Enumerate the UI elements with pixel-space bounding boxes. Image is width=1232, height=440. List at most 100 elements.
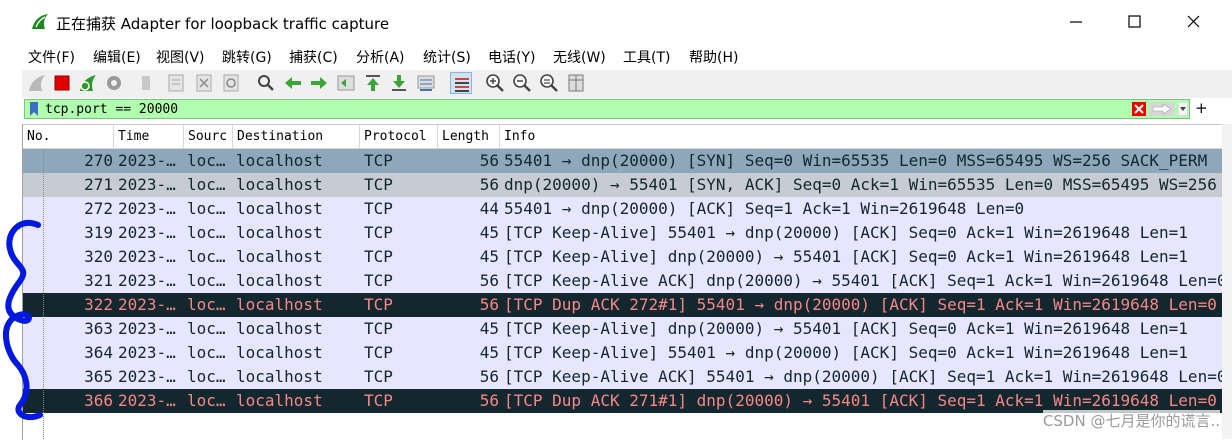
packet-source: loc… [187,271,226,290]
column-header-no[interactable]: No. [23,125,114,148]
save-file-icon[interactable] [165,72,187,94]
zoom-in-icon[interactable] [484,72,506,94]
packet-length: 56 [479,151,499,170]
packet-list-header: No. Time Sourc Destination Protocol Leng… [23,125,1223,149]
menu-edit[interactable]: 编辑(E) [93,47,141,67]
column-header-protocol[interactable]: Protocol [360,125,438,148]
close-icon[interactable] [1181,10,1205,34]
auto-scroll-icon[interactable] [415,72,437,94]
packet-source: loc… [187,175,226,194]
window-title: 正在捕获 Adapter for loopback traffic captur… [56,15,390,33]
packet-source: loc… [187,151,226,170]
packet-row[interactable]: 365 2023-… loc… localhost TCP 56 [TCP Ke… [23,365,1223,389]
packet-destination: localhost [236,343,323,362]
packet-time: 2023-… [118,175,176,194]
normal-size-icon[interactable] [538,72,560,94]
clear-filter-icon[interactable] [1132,102,1146,116]
packet-time: 2023-… [118,247,176,266]
handdrawn-brace-annotation [2,220,43,421]
menu-wireless[interactable]: 无线(W) [553,47,606,67]
packet-source: loc… [187,319,226,338]
packet-row[interactable]: 321 2023-… loc… localhost TCP 56 [TCP Ke… [23,269,1223,293]
packet-destination: localhost [236,319,323,338]
packet-protocol: TCP [364,391,393,410]
apply-filter-arrow-icon[interactable] [1149,102,1175,116]
column-header-time[interactable]: Time [114,125,184,148]
reload-icon[interactable] [220,72,242,94]
packet-source: loc… [187,247,226,266]
main-toolbar [22,70,1232,98]
packet-protocol: TCP [364,199,393,218]
column-header-source[interactable]: Sourc [184,125,233,148]
display-filter-input[interactable] [45,100,1125,118]
go-back-icon[interactable] [282,72,304,94]
capture-options-icon[interactable] [103,72,125,94]
packet-row[interactable]: 271 2023-… loc… localhost TCP 56 dnp(200… [23,173,1223,197]
packet-row[interactable]: 270 2023-… loc… localhost TCP 56 55401 →… [23,149,1223,173]
colorize-icon[interactable] [450,72,472,94]
packet-source: loc… [187,343,226,362]
start-capture-icon[interactable] [26,72,48,94]
packet-destination: localhost [236,271,323,290]
restart-capture-icon[interactable] [77,72,99,94]
packet-source: loc… [187,367,226,386]
packet-row[interactable]: 363 2023-… loc… localhost TCP 45 [TCP Ke… [23,317,1223,341]
packet-destination: localhost [236,151,323,170]
first-packet-icon[interactable] [362,72,384,94]
packet-info: 55401 → dnp(20000) [SYN] Seq=0 Win=65535… [504,151,1208,170]
go-forward-icon[interactable] [308,72,330,94]
close-file-icon[interactable] [193,72,215,94]
find-packet-icon[interactable] [255,72,277,94]
packet-destination: localhost [236,223,323,242]
column-header-info[interactable]: Info [500,125,1223,148]
menu-tools[interactable]: 工具(T) [623,47,670,67]
packet-length: 56 [479,295,499,314]
menu-file[interactable]: 文件(F) [28,47,75,67]
menu-analyze[interactable]: 分析(A) [356,47,405,67]
packet-row[interactable]: 364 2023-… loc… localhost TCP 45 [TCP Ke… [23,341,1223,365]
packet-length: 45 [479,343,499,362]
packet-protocol: TCP [364,271,393,290]
packet-protocol: TCP [364,343,393,362]
packet-length: 44 [479,199,499,218]
maximize-icon[interactable] [1122,10,1146,34]
last-packet-icon[interactable] [388,72,410,94]
resize-columns-icon[interactable] [565,72,587,94]
packet-source: loc… [187,391,226,410]
column-header-destination[interactable]: Destination [233,125,360,148]
chevron-down-icon[interactable] [1178,102,1188,116]
packet-row[interactable]: 320 2023-… loc… localhost TCP 45 [TCP Ke… [23,245,1223,269]
menu-help[interactable]: 帮助(H) [689,47,738,67]
add-filter-button[interactable]: + [1195,99,1208,117]
menu-telephony[interactable]: 电话(Y) [488,47,535,67]
packet-info: 55401 → dnp(20000) [ACK] Seq=1 Ack=1 Win… [504,199,1025,218]
packet-time: 2023-… [118,295,176,314]
packet-length: 45 [479,247,499,266]
packet-time: 2023-… [118,223,176,242]
menu-capture[interactable]: 捕获(C) [289,47,338,67]
zoom-out-icon[interactable] [511,72,533,94]
packet-no: 270 [84,151,113,170]
open-file-icon[interactable] [135,72,157,94]
packet-source: loc… [187,223,226,242]
packet-destination: localhost [236,295,323,314]
packet-info: [TCP Keep-Alive ACK] 55401 → dnp(20000) … [504,367,1223,386]
packet-protocol: TCP [364,223,393,242]
menu-statistics[interactable]: 统计(S) [423,47,471,67]
packet-row[interactable]: 322 2023-… loc… localhost TCP 56 [TCP Du… [23,293,1223,317]
packet-info: [TCP Keep-Alive] 55401 → dnp(20000) [ACK… [504,223,1188,242]
stop-capture-icon[interactable] [51,72,73,94]
column-header-length[interactable]: Length [438,125,500,148]
go-to-packet-icon[interactable] [335,72,357,94]
bookmark-icon[interactable] [29,102,39,116]
packet-info: [TCP Keep-Alive] dnp(20000) → 55401 [ACK… [504,319,1188,338]
menu-view[interactable]: 视图(V) [156,47,205,67]
minimize-icon[interactable] [1064,10,1088,34]
menu-go[interactable]: 跳转(G) [222,47,272,67]
packet-time: 2023-… [118,199,176,218]
csdn-watermark: CSDN @七月是你的谎言.. [1042,410,1220,431]
packet-source: loc… [187,295,226,314]
packet-row[interactable]: 319 2023-… loc… localhost TCP 45 [TCP Ke… [23,221,1223,245]
packet-info: [TCP Keep-Alive ACK] dnp(20000) → 55401 … [504,271,1223,290]
packet-row[interactable]: 272 2023-… loc… localhost TCP 44 55401 →… [23,197,1223,221]
